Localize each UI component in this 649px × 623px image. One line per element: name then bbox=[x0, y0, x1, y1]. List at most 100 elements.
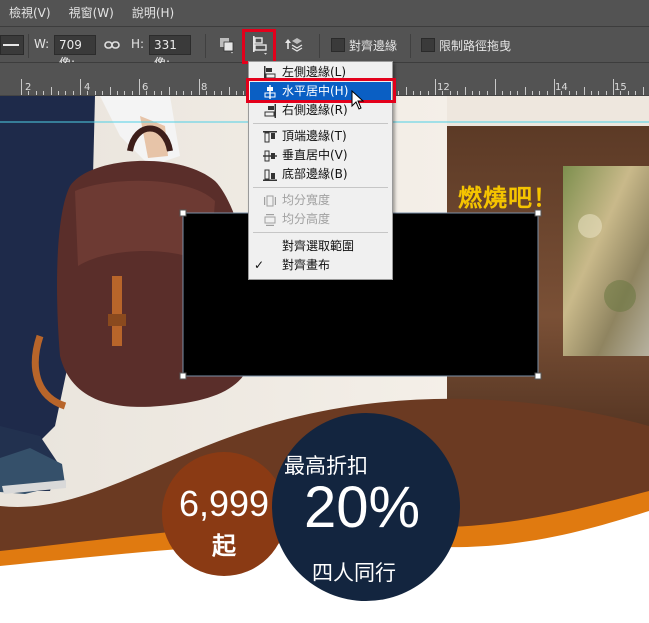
divider bbox=[410, 34, 411, 58]
ruler-label: 12 bbox=[437, 82, 450, 93]
ruler-label: 4 bbox=[84, 82, 91, 93]
align-button-highlight bbox=[242, 29, 276, 64]
ruler-minor-tick bbox=[628, 91, 629, 95]
path-operations-icon[interactable] bbox=[218, 36, 236, 54]
discount-value: 20% bbox=[303, 475, 421, 540]
ruler-label: 15 bbox=[614, 82, 627, 93]
ruler-minor-tick bbox=[472, 91, 473, 95]
menu-item-highlight bbox=[246, 78, 396, 103]
align-edges-label: 對齊邊緣 bbox=[349, 39, 398, 53]
price-value: 6,999 bbox=[178, 483, 270, 524]
ruler-label: 8 bbox=[201, 82, 208, 93]
ruler-minor-tick bbox=[487, 91, 488, 95]
ruler-minor-tick bbox=[576, 91, 577, 95]
ruler-minor-tick bbox=[154, 91, 155, 95]
align-vertical-centers-icon bbox=[263, 149, 277, 163]
ruler-minor-tick bbox=[95, 91, 96, 95]
ruler-minor-tick bbox=[598, 91, 599, 95]
ruler-minor-tick bbox=[124, 91, 125, 95]
menu-item-distribute-widths: 均分寬度 bbox=[250, 191, 391, 210]
ruler-label: 14 bbox=[555, 82, 568, 93]
ruler-minor-tick bbox=[413, 91, 414, 95]
ruler-minor-tick bbox=[176, 91, 177, 95]
menu-item-label: 對齊選取範圍 bbox=[282, 239, 355, 253]
width-field[interactable]: 709 像: bbox=[54, 35, 96, 70]
align-bottom-edges-icon bbox=[263, 168, 277, 182]
menu-item-align-to-selection[interactable]: 對齊選取範圍 bbox=[250, 237, 391, 256]
menu-item-align-bottom-edges[interactable]: 底部邊緣(B) bbox=[250, 165, 391, 184]
menu-item-label: 均分高度 bbox=[282, 212, 331, 226]
stroke-style-select[interactable] bbox=[0, 35, 24, 55]
menu-item-align-top-edges[interactable]: 頂端邊緣(T) bbox=[250, 127, 391, 146]
divider bbox=[205, 34, 206, 58]
ruler-minor-tick bbox=[539, 91, 540, 95]
constrain-path-dragging-checkbox[interactable] bbox=[421, 38, 435, 52]
ruler-minor-tick bbox=[214, 91, 215, 95]
menu-item-align-to-canvas[interactable]: ✓ 對齊畫布 bbox=[250, 256, 391, 275]
options-bar: W: 709 像: H: 331 像: 對齊邊緣 限制路徑拖曳 bbox=[0, 26, 649, 70]
ruler-minor-tick bbox=[183, 91, 184, 95]
height-label: H: bbox=[131, 37, 145, 51]
align-right-edges-icon bbox=[263, 104, 277, 118]
ruler-minor-tick bbox=[525, 87, 526, 95]
ruler-minor-tick bbox=[457, 91, 458, 95]
menu-view[interactable]: 檢視(V) bbox=[0, 0, 60, 26]
ruler-minor-tick bbox=[58, 91, 59, 95]
ruler-minor-tick bbox=[73, 91, 74, 95]
path-arrangement-icon[interactable] bbox=[283, 36, 305, 54]
menu-item-distribute-heights: 均分高度 bbox=[250, 210, 391, 229]
ruler-minor-tick bbox=[229, 87, 230, 95]
constrain-path-dragging-label: 限制路徑拖曳 bbox=[439, 39, 512, 53]
menu-separator bbox=[253, 187, 388, 188]
menu-item-label: 頂端邊緣(T) bbox=[282, 129, 347, 143]
menu-separator bbox=[253, 232, 388, 233]
ruler-minor-tick bbox=[117, 91, 118, 95]
ruler-major-tick bbox=[435, 79, 436, 95]
ruler-major-tick bbox=[199, 79, 200, 95]
ruler-minor-tick bbox=[191, 91, 192, 95]
ruler-minor-tick bbox=[36, 91, 37, 95]
ruler-minor-tick bbox=[428, 91, 429, 95]
menu-item-label: 均分寬度 bbox=[282, 193, 331, 207]
ruler-label: 6 bbox=[142, 82, 149, 93]
ruler-minor-tick bbox=[132, 91, 133, 95]
distribute-heights-icon bbox=[263, 213, 277, 227]
menu-item-label: 底部邊緣(B) bbox=[282, 167, 348, 181]
height-field[interactable]: 331 像: bbox=[149, 35, 191, 70]
menu-item-align-vertical-centers[interactable]: 垂直居中(V) bbox=[250, 146, 391, 165]
price-suffix: 起 bbox=[212, 532, 236, 560]
ruler-minor-tick bbox=[510, 91, 511, 95]
divider bbox=[28, 34, 29, 58]
ruler-minor-tick bbox=[517, 91, 518, 95]
menu-window[interactable]: 視窗(W) bbox=[60, 0, 123, 26]
ruler-minor-tick bbox=[450, 91, 451, 95]
ruler-label: 2 bbox=[25, 82, 32, 93]
ruler-minor-tick bbox=[465, 87, 466, 95]
discount-note: 四人同行 bbox=[312, 561, 396, 585]
ruler-major-tick bbox=[139, 79, 140, 95]
distribute-widths-icon bbox=[263, 194, 277, 208]
ruler-minor-tick bbox=[243, 91, 244, 95]
ruler-minor-tick bbox=[51, 87, 52, 95]
ruler-major-tick bbox=[21, 79, 22, 95]
ruler-major-tick bbox=[495, 79, 496, 95]
menu-help[interactable]: 說明(H) bbox=[123, 0, 183, 26]
ruler-minor-tick bbox=[169, 87, 170, 95]
align-top-edges-icon bbox=[263, 130, 277, 144]
link-dimensions-icon[interactable] bbox=[104, 37, 120, 53]
ruler-minor-tick bbox=[532, 91, 533, 95]
ruler-minor-tick bbox=[479, 91, 480, 95]
menu-item-align-right-edges[interactable]: 右側邊緣(R) bbox=[250, 101, 391, 120]
width-label: W: bbox=[34, 37, 50, 51]
divider bbox=[319, 34, 320, 58]
align-edges-checkbox[interactable] bbox=[331, 38, 345, 52]
ruler-minor-tick bbox=[161, 91, 162, 95]
menu-item-label: 垂直居中(V) bbox=[282, 148, 348, 162]
menubar: 檢視(V) 視窗(W) 說明(H) bbox=[0, 0, 649, 26]
ruler-minor-tick bbox=[643, 87, 644, 95]
ruler-minor-tick bbox=[110, 87, 111, 95]
landscape-photo bbox=[563, 166, 649, 356]
mouse-cursor-icon bbox=[351, 89, 365, 110]
menu-item-label: 對齊畫布 bbox=[282, 258, 331, 272]
ruler-minor-tick bbox=[584, 87, 585, 95]
